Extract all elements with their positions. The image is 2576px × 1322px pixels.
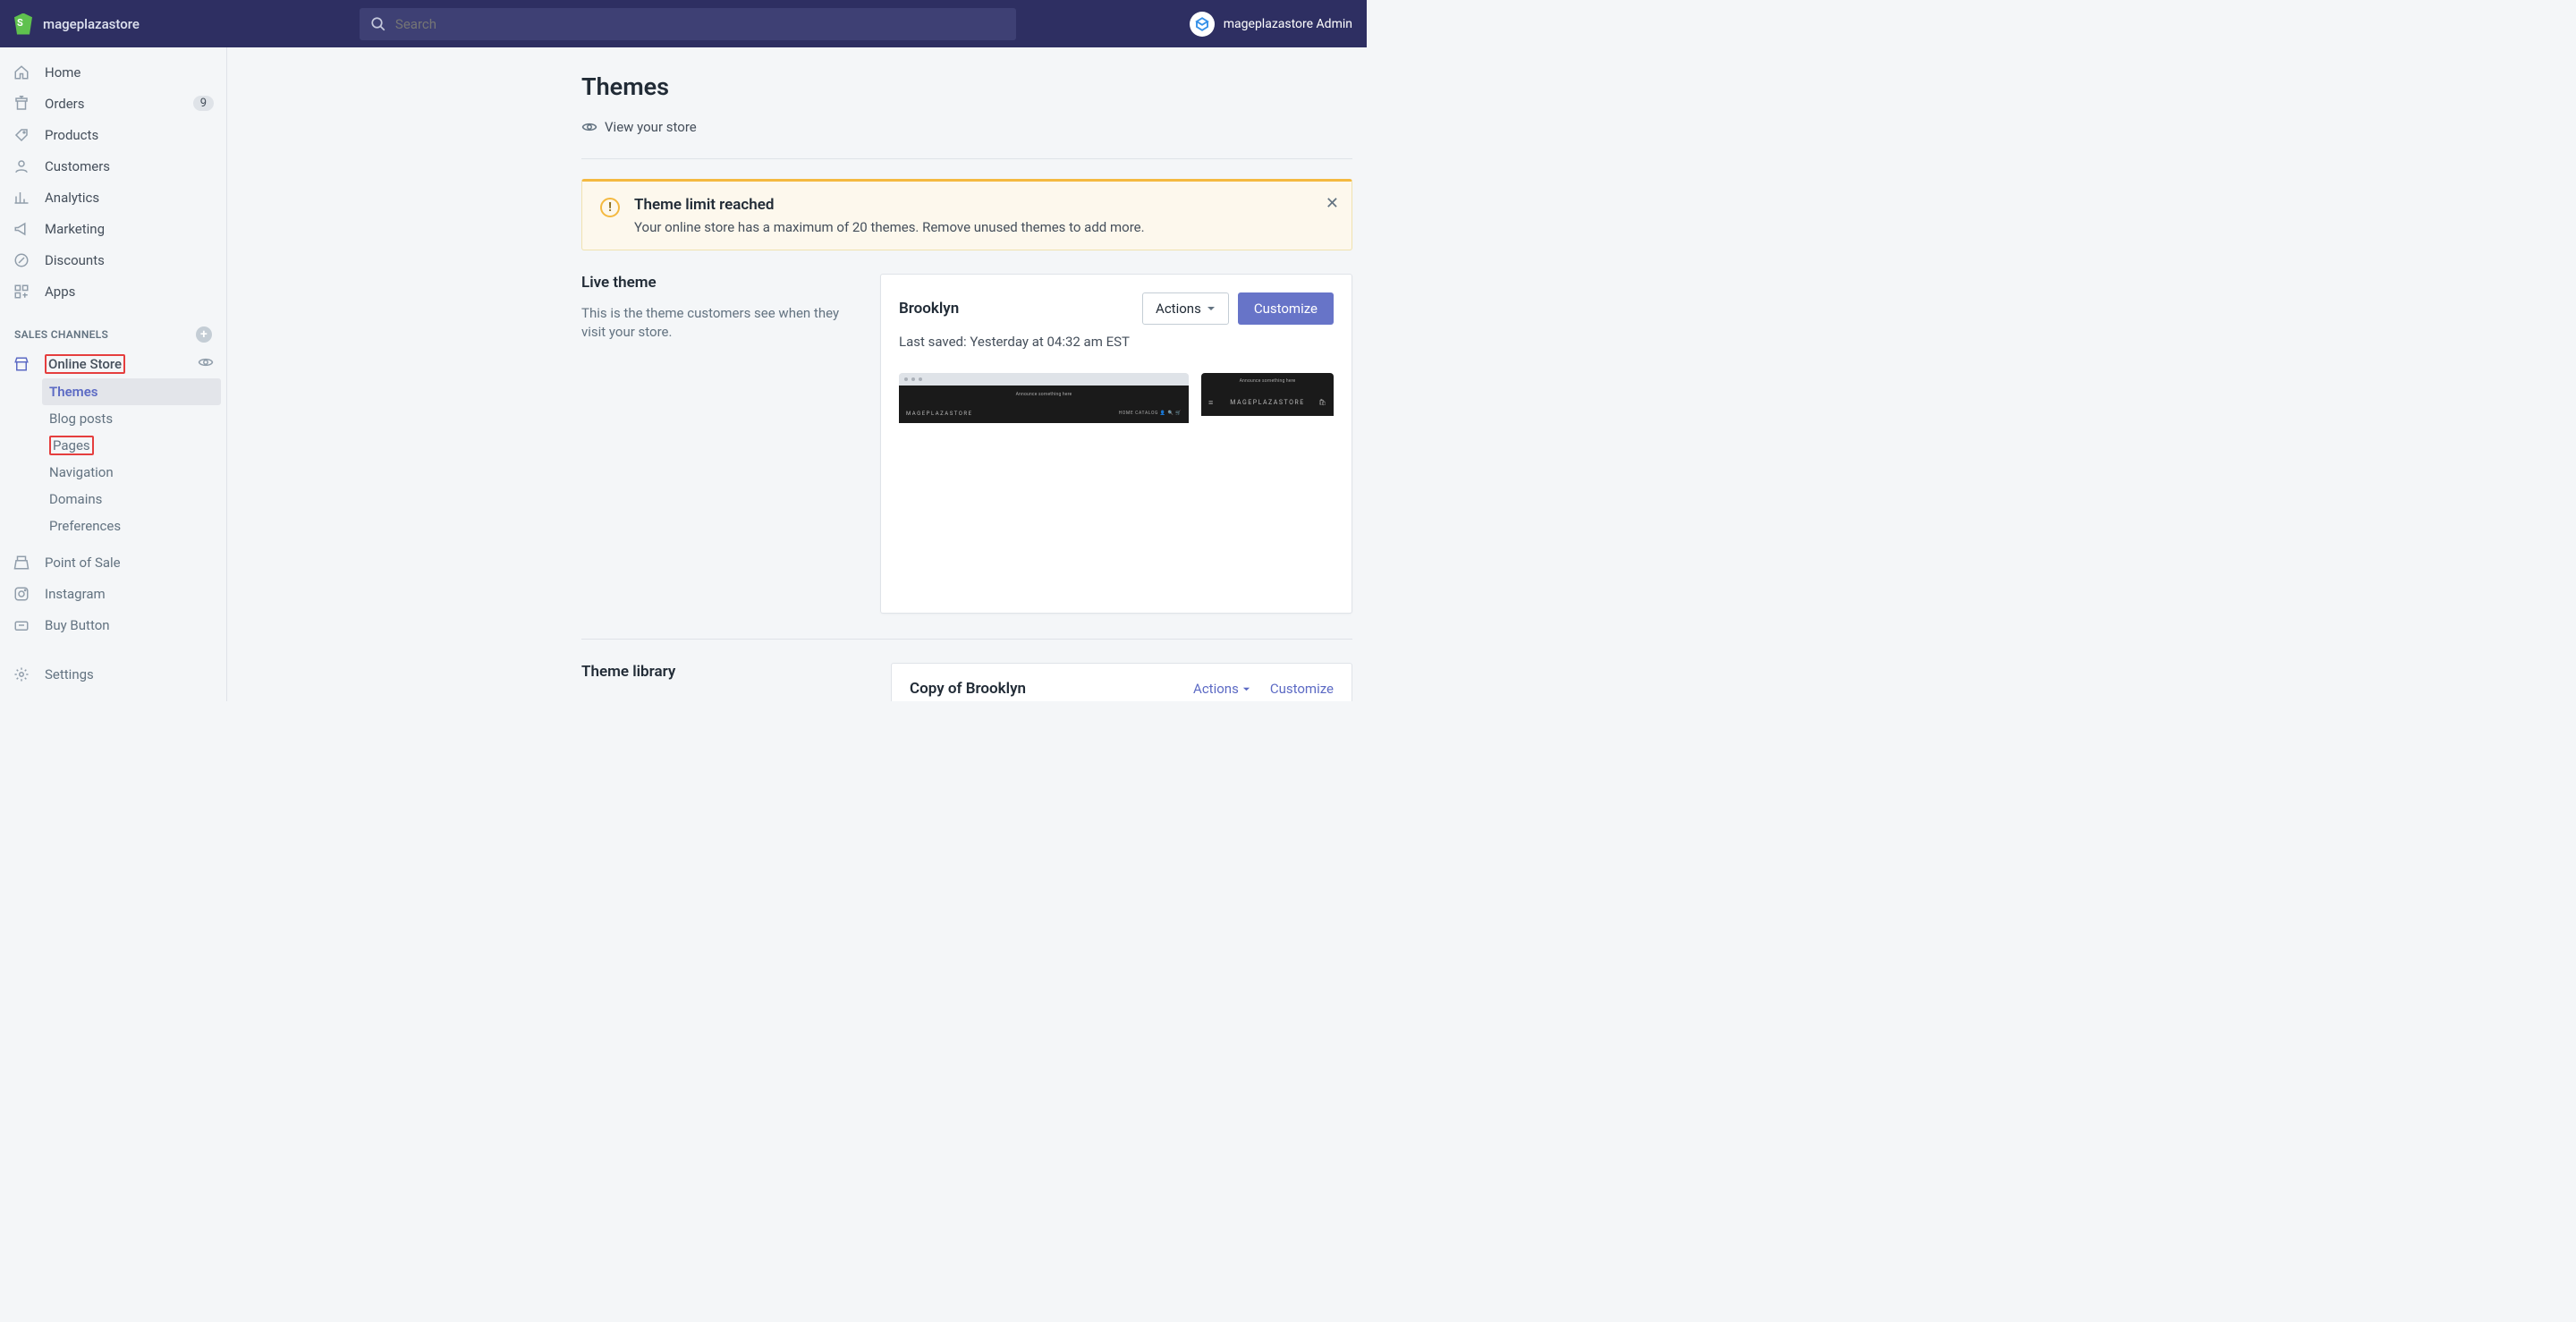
library-theme-card: Copy of Brooklyn Actions Customize Last …: [891, 663, 1352, 701]
nav-instagram[interactable]: Instagram: [0, 578, 226, 609]
nav-online-store[interactable]: Online Store: [0, 350, 226, 378]
library-theme-name: Copy of Brooklyn: [910, 680, 1026, 698]
live-actions-button[interactable]: Actions: [1142, 292, 1229, 325]
live-theme-description: Live theme This is the theme customers s…: [581, 274, 862, 342]
caret-down-icon: [1242, 685, 1250, 693]
add-channel-icon[interactable]: +: [196, 326, 212, 343]
store-icon: [13, 355, 30, 373]
nav-orders[interactable]: Orders 9: [0, 88, 226, 119]
buy-button-icon: [13, 616, 30, 634]
nav-buy-button[interactable]: Buy Button: [0, 609, 226, 640]
instagram-icon: [13, 585, 30, 603]
sidebar: Home Orders 9 Products Customers Analyti…: [0, 47, 227, 701]
nav-label: Home: [45, 64, 80, 81]
nav-label: Discounts: [45, 252, 105, 268]
nav-analytics[interactable]: Analytics: [0, 182, 226, 213]
apps-icon: [13, 283, 30, 301]
banner-title: Theme limit reached: [634, 196, 1145, 214]
theme-limit-banner: ! Theme limit reached Your online store …: [581, 179, 1352, 250]
home-icon: [13, 64, 30, 81]
main-content: Themes View your store ! Theme limit rea…: [227, 47, 1367, 701]
pos-icon: [13, 554, 30, 572]
divider: [581, 158, 1352, 159]
library-actions-link[interactable]: Actions: [1193, 681, 1250, 697]
caret-down-icon: [1207, 304, 1216, 313]
topbar: S mageplazastore mageplazastore Admin: [0, 0, 1367, 47]
banner-body: Your online store has a maximum of 20 th…: [634, 219, 1145, 235]
sub-themes[interactable]: Themes: [42, 378, 221, 405]
sub-pages[interactable]: Pages: [0, 432, 226, 459]
page-title: Themes: [581, 72, 1352, 101]
settings-icon: [13, 665, 30, 683]
avatar-icon: [1190, 12, 1215, 37]
search-icon: [370, 16, 386, 32]
nav-apps[interactable]: Apps: [0, 275, 226, 307]
nav-label: Orders: [45, 96, 85, 112]
section-sales-channels: SALES CHANNELS +: [0, 319, 226, 350]
sub-navigation[interactable]: Navigation: [0, 459, 226, 486]
nav-discounts[interactable]: Discounts: [0, 244, 226, 275]
nav-marketing[interactable]: Marketing: [0, 213, 226, 244]
theme-library-description: Theme library: [581, 663, 873, 701]
sub-domains[interactable]: Domains: [0, 486, 226, 513]
nav-home[interactable]: Home: [0, 56, 226, 88]
orders-badge: 9: [193, 96, 214, 111]
global-search[interactable]: [360, 8, 1016, 40]
orders-icon: [13, 95, 30, 113]
close-banner-icon[interactable]: ✕: [1326, 194, 1339, 213]
nav-label: Apps: [45, 284, 75, 300]
library-customize-link[interactable]: Customize: [1270, 681, 1334, 697]
customers-icon: [13, 157, 30, 175]
account-menu[interactable]: mageplazastore Admin: [1190, 12, 1352, 37]
nav-products[interactable]: Products: [0, 119, 226, 150]
warning-icon: !: [600, 198, 620, 217]
store-name[interactable]: mageplazastore: [43, 16, 140, 32]
account-name: mageplazastore Admin: [1224, 17, 1352, 31]
nav-label: Buy Button: [45, 617, 110, 633]
analytics-icon: [13, 189, 30, 207]
theme-preview-row: Announce something here MAGEPLAZASTORE H…: [899, 373, 1334, 613]
nav-label: Analytics: [45, 190, 99, 206]
hamburger-icon: ≡: [1208, 398, 1213, 408]
nav-settings[interactable]: Settings: [0, 658, 226, 690]
mobile-preview: Announce something here ≡ MAGEPLAZASTORE…: [1201, 373, 1334, 416]
view-store-icon[interactable]: [198, 354, 214, 374]
live-customize-button[interactable]: Customize: [1238, 292, 1334, 325]
sub-preferences[interactable]: Preferences: [0, 513, 226, 539]
highlight-online-store: Online Store: [45, 354, 125, 374]
bag-icon: 🛍: [1318, 399, 1326, 406]
nav-label: Instagram: [45, 586, 106, 602]
sub-blog-posts[interactable]: Blog posts: [0, 405, 226, 432]
highlight-pages: Pages: [49, 436, 94, 455]
live-theme-card: Brooklyn Actions Customize Last saved: Y…: [880, 274, 1352, 614]
nav-label: Settings: [45, 666, 94, 682]
live-theme-name: Brooklyn: [899, 300, 959, 318]
marketing-icon: [13, 220, 30, 238]
view-store-link[interactable]: View your store: [581, 119, 1352, 135]
nav-label: Products: [45, 127, 98, 143]
discounts-icon: [13, 251, 30, 269]
desktop-preview: Announce something here MAGEPLAZASTORE H…: [899, 373, 1189, 423]
nav-label: Point of Sale: [45, 555, 121, 571]
nav-point-of-sale[interactable]: Point of Sale: [0, 547, 226, 578]
shopify-logo-icon: S: [14, 13, 32, 35]
search-input[interactable]: [395, 16, 1005, 32]
live-last-saved: Last saved: Yesterday at 04:32 am EST: [899, 334, 1334, 350]
nav-label: Customers: [45, 158, 110, 174]
products-icon: [13, 126, 30, 144]
nav-customers[interactable]: Customers: [0, 150, 226, 182]
eye-icon: [581, 119, 597, 135]
nav-label: Marketing: [45, 221, 105, 237]
